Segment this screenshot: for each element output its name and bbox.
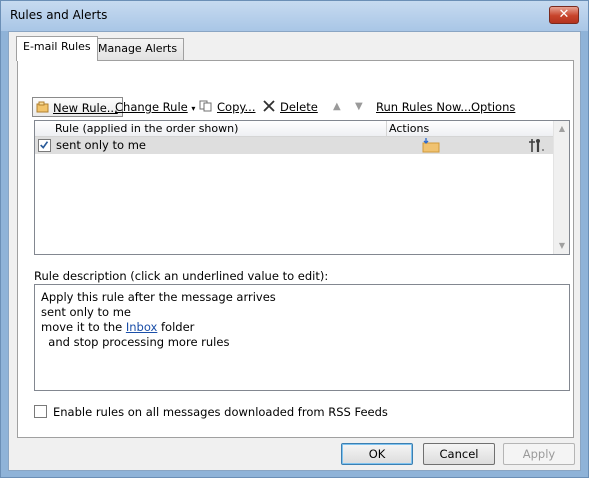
table-row[interactable]: sent only to me <box>35 137 553 154</box>
stop-processing-icon <box>529 139 544 152</box>
description-line-stop: and stop processing more rules <box>41 335 230 349</box>
copy-button[interactable]: Copy... <box>199 97 256 117</box>
scroll-down-arrow-icon[interactable]: ▼ <box>554 238 570 254</box>
rss-rules-checkbox[interactable] <box>34 405 47 418</box>
rules-and-alerts-dialog: Rules and Alerts ✕ E-mail Rules Manage A… <box>0 0 589 478</box>
rules-list[interactable]: Rule (applied in the order shown) Action… <box>34 120 570 255</box>
new-rule-icon <box>36 101 49 113</box>
move-text: move it to the <box>41 320 123 334</box>
delete-button[interactable]: Delete <box>262 97 318 117</box>
scroll-up-arrow-icon[interactable]: ▲ <box>554 121 570 137</box>
copy-label: Copy... <box>217 100 256 114</box>
move-down-icon[interactable]: ▼ <box>355 97 363 117</box>
rule-description-box: Apply this rule after the message arrive… <box>34 284 570 391</box>
rule-description-label: Rule description (click an underlined va… <box>34 269 329 283</box>
rule-enabled-checkbox[interactable] <box>38 139 51 152</box>
folder-text: folder <box>161 320 195 334</box>
delete-label: Delete <box>280 100 318 114</box>
description-line-action: move it to the Inbox folder <box>41 320 563 335</box>
delete-x-icon <box>263 100 275 112</box>
change-rule-label: Change Rule <box>115 100 188 114</box>
inbox-folder-link[interactable]: Inbox <box>126 320 157 334</box>
options-label: Options <box>471 100 516 114</box>
apply-button[interactable]: Apply <box>503 443 575 465</box>
column-divider[interactable] <box>386 121 387 137</box>
checkmark-icon <box>40 141 49 149</box>
description-line-condition: sent only to me <box>41 305 131 319</box>
chevron-down-icon: ▾ <box>191 104 196 113</box>
tab-email-rules[interactable]: E-mail Rules <box>16 36 98 61</box>
move-up-icon[interactable]: ▲ <box>333 97 341 117</box>
new-rule-button[interactable]: New Rule... <box>32 97 123 117</box>
new-rule-label: New Rule... <box>53 101 118 115</box>
rules-list-scrollbar[interactable]: ▲ ▼ <box>553 121 569 254</box>
rule-name: sent only to me <box>56 138 146 152</box>
run-rules-now-label: Run Rules Now... <box>376 100 472 114</box>
email-rules-panel: New Rule... Change Rule ▾ Copy... Delete… <box>17 60 574 438</box>
description-line-condition-trigger: Apply this rule after the message arrive… <box>41 290 276 304</box>
copy-icon <box>199 100 212 112</box>
rules-list-header: Rule (applied in the order shown) Action… <box>35 121 553 137</box>
dialog-title: Rules and Alerts <box>10 8 108 22</box>
close-button[interactable]: ✕ <box>549 6 579 24</box>
column-header-rule[interactable]: Rule (applied in the order shown) <box>55 122 238 135</box>
dialog-body: E-mail Rules Manage Alerts New Rule... C… <box>8 31 581 471</box>
move-to-folder-icon <box>422 138 440 153</box>
change-rule-button[interactable]: Change Rule ▾ <box>115 97 195 117</box>
title-bar[interactable]: Rules and Alerts ✕ <box>1 1 588 31</box>
column-header-actions[interactable]: Actions <box>389 122 429 135</box>
tab-manage-alerts[interactable]: Manage Alerts <box>91 38 185 60</box>
cancel-button[interactable]: Cancel <box>423 443 495 465</box>
options-button[interactable]: Options <box>471 97 515 117</box>
rss-rules-label[interactable]: Enable rules on all messages downloaded … <box>53 405 388 419</box>
run-rules-now-button[interactable]: Run Rules Now... <box>376 97 471 117</box>
ok-button[interactable]: OK <box>341 443 413 465</box>
